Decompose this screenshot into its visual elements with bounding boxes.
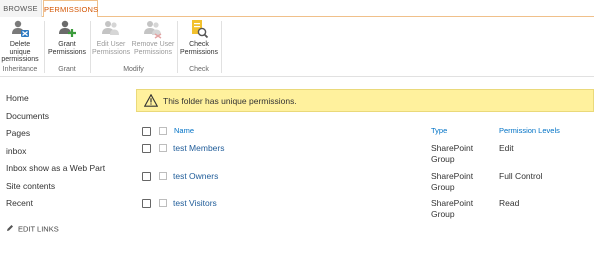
- nav-item-inbox[interactable]: inbox: [6, 143, 126, 161]
- group-name-link[interactable]: test Visitors: [173, 198, 217, 208]
- table-row: test Owners SharePoint Group Full Contro…: [136, 169, 594, 196]
- nav-item-recent[interactable]: Recent: [6, 195, 126, 213]
- check-label-1: Check: [189, 41, 209, 48]
- edit-user-permissions-button[interactable]: Edit User Permissions: [92, 19, 130, 64]
- tab-browse[interactable]: BROWSE: [0, 0, 42, 17]
- remove-user-label-1: Remove User: [131, 41, 175, 48]
- group-type-line1: SharePoint: [431, 171, 474, 181]
- remove-user-permissions-button[interactable]: Remove User Permissions: [131, 19, 175, 64]
- ribbon-tab-bar: BROWSE PERMISSIONS: [0, 0, 594, 18]
- group-type: SharePoint Group: [431, 143, 473, 165]
- check-permissions-icon: [189, 19, 209, 39]
- group-modify-label: Modify: [123, 66, 144, 73]
- delete-unique-label-2: permissions: [1, 56, 39, 63]
- group-inheritance-label: Inheritance: [2, 66, 38, 73]
- ribbon: Delete unique permissions Inheritance Gr…: [0, 17, 594, 77]
- nav-item-site-contents[interactable]: Site contents: [6, 178, 126, 196]
- grant-permissions-button[interactable]: Grant Permissions: [46, 19, 88, 64]
- warning-icon: [143, 93, 159, 107]
- nav-item-pages[interactable]: Pages: [6, 125, 126, 143]
- group-type-line1: SharePoint: [431, 198, 474, 208]
- pencil-icon: [6, 224, 14, 235]
- edit-links-label: EDIT LINKS: [18, 224, 59, 234]
- table-row: test Members SharePoint Group Edit: [136, 141, 594, 168]
- column-header-name[interactable]: Name: [174, 126, 194, 135]
- group-check-label: Check: [189, 66, 209, 73]
- nav-item-inbox-web-part[interactable]: Inbox show as a Web Part: [6, 160, 126, 178]
- check-permissions-button[interactable]: Check Permissions: [179, 19, 219, 64]
- edit-user-label-2: Permissions: [92, 48, 131, 56]
- group-type: SharePoint Group: [431, 198, 473, 220]
- quick-launch-nav: Home Documents Pages inbox Inbox show as…: [6, 90, 126, 213]
- group-name-link[interactable]: test Members: [173, 143, 225, 153]
- ribbon-divider: [221, 21, 222, 73]
- delete-unique-label-1: Delete unique: [9, 41, 31, 56]
- edit-links-button[interactable]: EDIT LINKS: [6, 224, 59, 235]
- group-item-icon: [159, 199, 167, 207]
- permission-level: Full Control: [499, 171, 543, 181]
- grant-label-1: Grant: [58, 41, 76, 48]
- nav-item-documents[interactable]: Documents: [6, 108, 126, 126]
- permission-level: Read: [499, 198, 520, 208]
- tab-permissions[interactable]: PERMISSIONS: [43, 0, 98, 18]
- ribbon-divider: [177, 21, 178, 73]
- check-label-2: Permissions: [179, 48, 219, 56]
- group-item-icon: [159, 172, 167, 180]
- row-checkbox[interactable]: [142, 199, 151, 208]
- group-type-line2: Group: [431, 209, 455, 219]
- ribbon-divider: [44, 21, 45, 73]
- delete-permissions-icon: [10, 19, 30, 39]
- group-type-line2: Group: [431, 154, 455, 164]
- nav-item-home[interactable]: Home: [6, 90, 126, 108]
- edit-user-icon: [101, 19, 121, 39]
- row-checkbox[interactable]: [142, 172, 151, 181]
- ribbon-divider: [90, 21, 91, 73]
- group-name-link[interactable]: test Owners: [173, 171, 218, 181]
- group-type: SharePoint Group: [431, 171, 473, 193]
- column-header-type[interactable]: Type: [431, 126, 447, 135]
- group-type-line2: Group: [431, 182, 455, 192]
- grant-label-2: Permissions: [47, 48, 87, 56]
- group-grant-label: Grant: [58, 66, 76, 73]
- status-message-bar: This folder has unique permissions.: [136, 89, 594, 112]
- delete-unique-permissions-button[interactable]: Delete unique permissions: [0, 19, 40, 64]
- select-all-checkbox[interactable]: [142, 127, 151, 136]
- remove-user-label-2: Permissions: [133, 48, 173, 56]
- grant-permissions-icon: [57, 19, 77, 39]
- row-checkbox[interactable]: [142, 144, 151, 153]
- column-header-permission-levels[interactable]: Permission Levels: [499, 126, 560, 135]
- permission-level: Edit: [499, 143, 514, 153]
- type-icon-header: [159, 127, 167, 135]
- table-row: test Visitors SharePoint Group Read: [136, 196, 594, 223]
- group-type-line1: SharePoint: [431, 143, 474, 153]
- edit-user-label-1: Edit User: [96, 41, 126, 48]
- status-message-text: This folder has unique permissions.: [163, 96, 297, 106]
- group-item-icon: [159, 144, 167, 152]
- remove-user-icon: [143, 19, 163, 39]
